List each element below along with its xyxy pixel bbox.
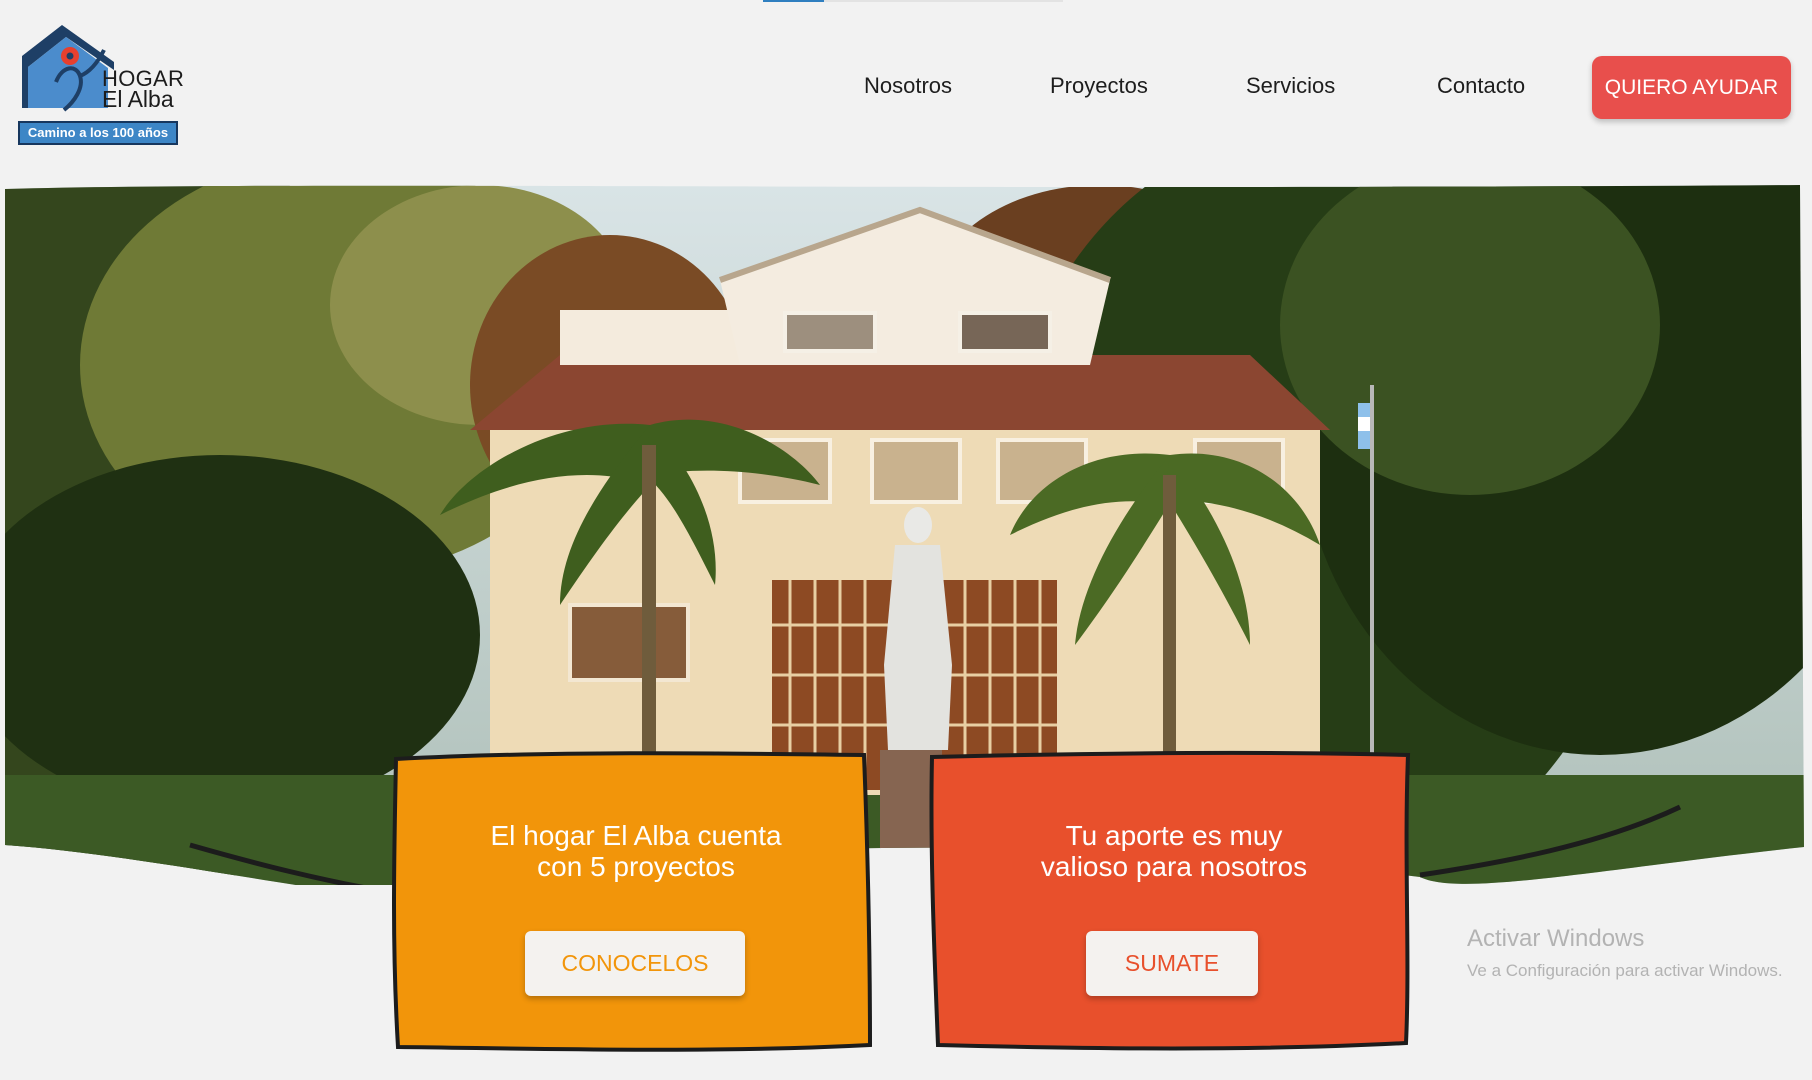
- donate-card-line1: Tu aporte es muy: [1065, 820, 1283, 851]
- quiero-ayudar-button[interactable]: QUIERO AYUDAR: [1592, 56, 1791, 119]
- watermark-subtitle: Ve a Configuración para activar Windows.: [1467, 961, 1783, 980]
- projects-card-frame: [392, 751, 873, 1052]
- sumate-button[interactable]: SUMATE: [1086, 931, 1258, 996]
- logo-title-el-alba: El Alba: [102, 86, 174, 112]
- nav-item-nosotros[interactable]: Nosotros: [864, 73, 952, 99]
- donate-card-frame: [929, 750, 1411, 1051]
- projects-card-line1: El hogar El Alba cuenta: [490, 820, 782, 851]
- nav-item-servicios[interactable]: Servicios: [1246, 73, 1335, 99]
- projects-card-line2: con 5 proyectos: [537, 851, 735, 882]
- site-header: HOGAR El Alba Camino a los 100 años Noso…: [0, 0, 1812, 170]
- hero-photo: [5, 185, 1804, 885]
- nav-item-proyectos[interactable]: Proyectos: [1050, 73, 1148, 99]
- projects-card-text: El hogar El Alba cuenta con 5 proyectos: [392, 820, 880, 882]
- hero-banner: [0, 185, 1812, 885]
- donate-card-line2: valioso para nosotros: [1040, 851, 1308, 882]
- projects-card: El hogar El Alba cuenta con 5 proyectos …: [392, 751, 880, 1053]
- site-logo[interactable]: HOGAR El Alba Camino a los 100 años: [18, 22, 184, 148]
- conocelos-button[interactable]: CONOCELOS: [525, 931, 745, 996]
- donate-card: Tu aporte es muy valioso para nosotros S…: [929, 750, 1418, 1053]
- nav-item-contacto[interactable]: Contacto: [1437, 73, 1525, 99]
- watermark-title: Activar Windows: [1467, 925, 1645, 952]
- logo-tagline: Camino a los 100 años: [18, 121, 178, 145]
- donate-card-text: Tu aporte es muy valioso para nosotros: [930, 820, 1418, 882]
- windows-activation-watermark: Activar Windows Ve a Configuración para …: [1467, 925, 1783, 982]
